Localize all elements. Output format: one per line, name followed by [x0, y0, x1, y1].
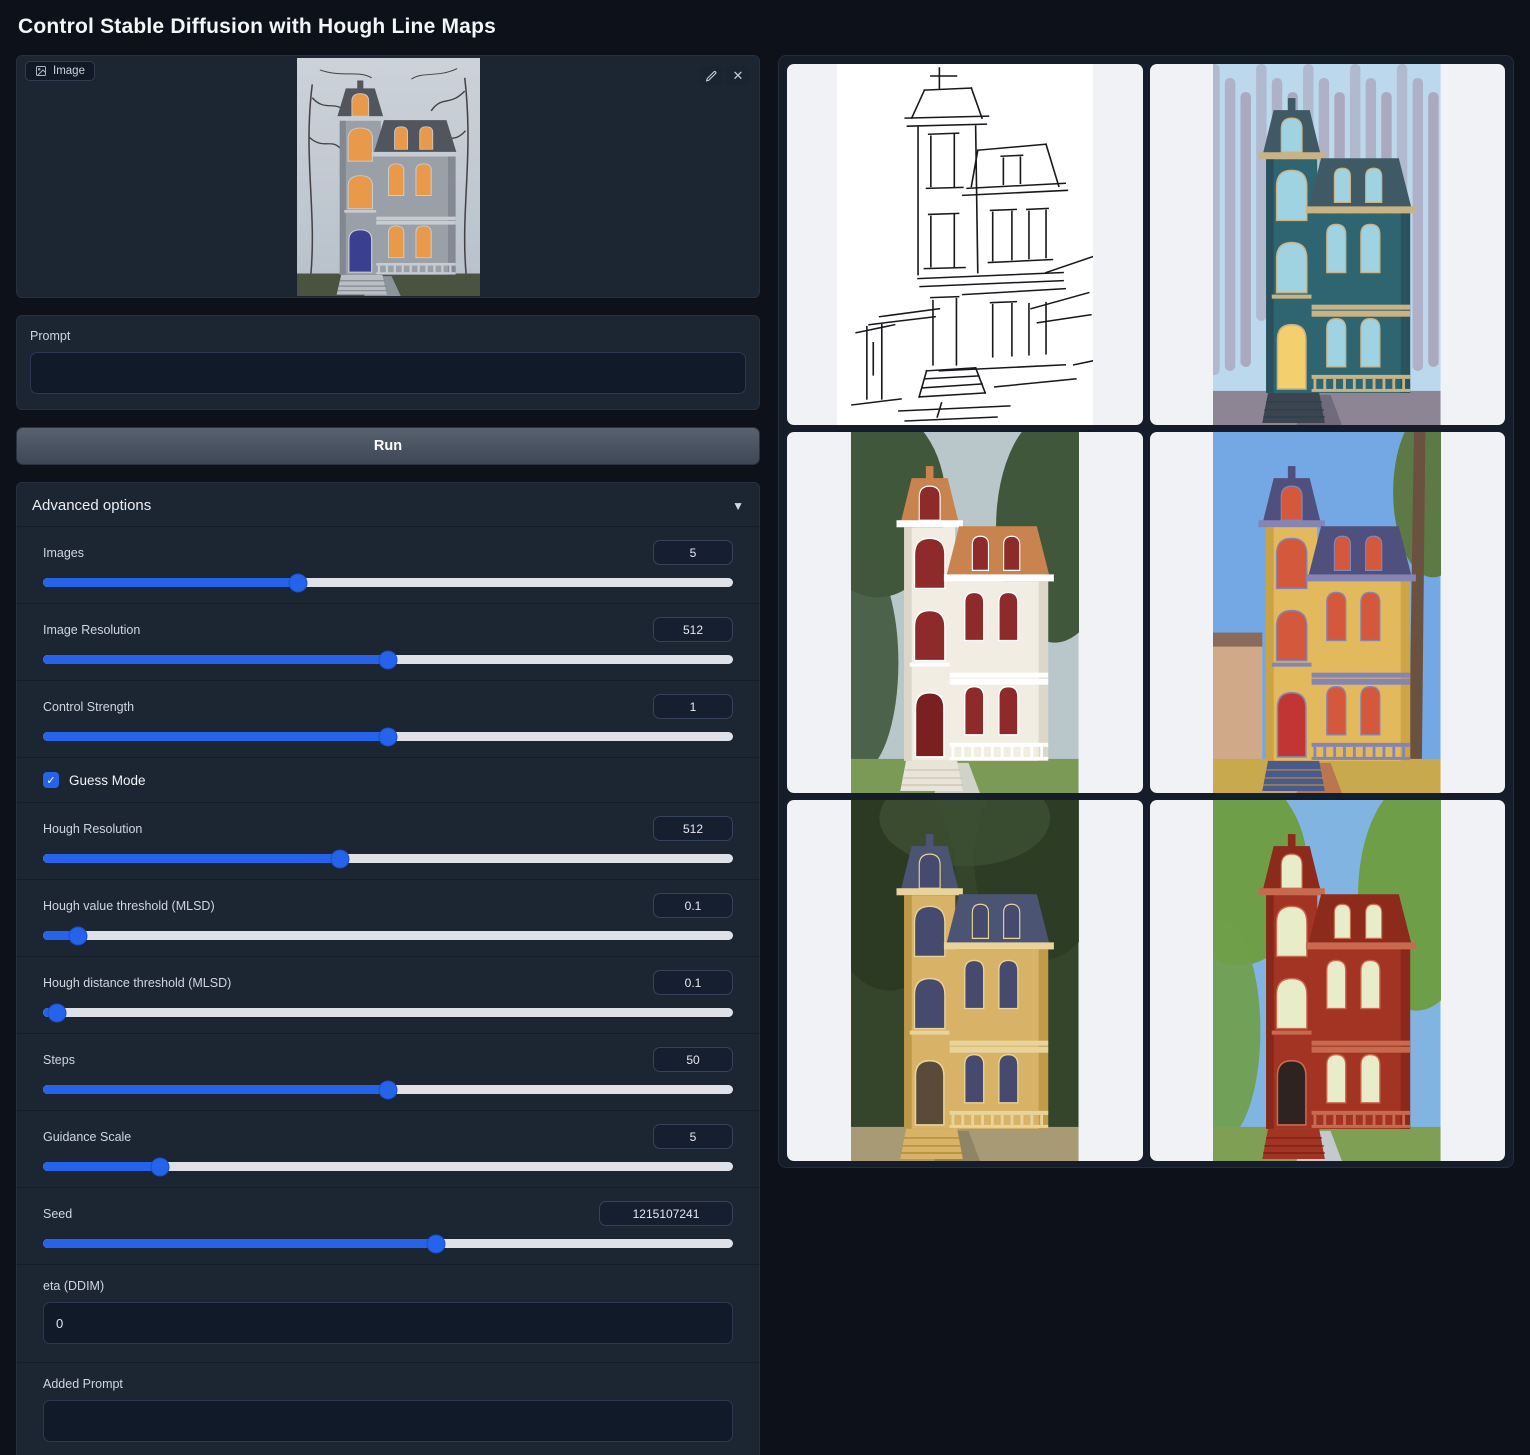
guess-mode-label: Guess Mode — [69, 773, 146, 788]
image-label: Image — [53, 65, 85, 77]
images-value-input[interactable] — [653, 540, 733, 565]
added-prompt-row: Added Prompt — [17, 1362, 759, 1455]
guidance-scale-value-input[interactable] — [653, 1124, 733, 1149]
clear-image-button[interactable]: ✕ — [727, 66, 749, 86]
control-strength-slider[interactable] — [43, 732, 733, 741]
gallery-item-teal-victorian-painting[interactable] — [1150, 64, 1506, 425]
images-row: Images — [17, 526, 759, 603]
run-button[interactable]: Run — [16, 427, 760, 465]
seed-value-input[interactable] — [599, 1201, 733, 1226]
image-resolution-slider-handle[interactable] — [380, 651, 397, 668]
hough-distance-threshold-mlsd-value-input[interactable] — [653, 970, 733, 995]
image-resolution-row: Image Resolution — [17, 603, 759, 680]
hough-resolution-row: Hough Resolution — [17, 802, 759, 879]
hough-resolution-value-input[interactable] — [653, 816, 733, 841]
guidance-scale-label: Guidance Scale — [43, 1130, 131, 1144]
eta-ddim-row: eta (DDIM) — [17, 1264, 759, 1362]
added-prompt-label: Added Prompt — [43, 1377, 733, 1391]
hough-value-threshold-mlsd-slider[interactable] — [43, 931, 733, 940]
image-resolution-slider[interactable] — [43, 655, 733, 664]
input-image[interactable] — [297, 58, 480, 296]
seed-slider-handle[interactable] — [428, 1235, 445, 1252]
prompt-label: Prompt — [30, 329, 746, 343]
hough-distance-threshold-mlsd-slider-handle[interactable] — [48, 1004, 65, 1021]
image-resolution-label: Image Resolution — [43, 623, 140, 637]
eta-ddim-input[interactable] — [43, 1302, 733, 1344]
hough-value-threshold-mlsd-label: Hough value threshold (MLSD) — [43, 899, 215, 913]
hough-value-threshold-mlsd-slider-handle[interactable] — [69, 927, 86, 944]
advanced-options-header[interactable]: Advanced options ▼ — [17, 495, 759, 526]
hough-value-threshold-mlsd-value-input[interactable] — [653, 893, 733, 918]
seed-row: Seed — [17, 1187, 759, 1264]
image-label-badge: Image — [25, 61, 95, 81]
guidance-scale-slider[interactable] — [43, 1162, 733, 1171]
steps-slider-handle[interactable] — [380, 1081, 397, 1098]
result-gallery — [778, 55, 1514, 1168]
gallery-item-white-victorian-painting[interactable] — [787, 432, 1143, 793]
guidance-scale-slider-handle[interactable] — [152, 1158, 169, 1175]
guidance-scale-row: Guidance Scale — [17, 1110, 759, 1187]
advanced-controls: Images Image Resolution Control Strength — [17, 526, 759, 1455]
input-image-photo — [297, 58, 480, 296]
app-root: Control Stable Diffusion with Hough Line… — [0, 0, 1530, 1455]
chevron-down-icon: ▼ — [732, 499, 744, 513]
seed-slider[interactable] — [43, 1239, 733, 1248]
prompt-block: Prompt — [16, 315, 760, 410]
prompt-input[interactable] — [30, 352, 746, 394]
page-title: Control Stable Diffusion with Hough Line… — [16, 0, 1514, 55]
close-icon: ✕ — [733, 68, 744, 84]
eta-ddim-label: eta (DDIM) — [43, 1279, 733, 1293]
image-resolution-value-input[interactable] — [653, 617, 733, 642]
checkbox-check-icon: ✓ — [43, 772, 59, 788]
gallery-item-gold-victorian-painting[interactable] — [787, 800, 1143, 1161]
control-strength-slider-handle[interactable] — [380, 728, 397, 745]
hough-resolution-label: Hough Resolution — [43, 822, 142, 836]
steps-slider[interactable] — [43, 1085, 733, 1094]
steps-label: Steps — [43, 1053, 75, 1067]
guess-mode-checkbox[interactable]: ✓ Guess Mode — [17, 757, 759, 802]
images-slider-handle[interactable] — [290, 574, 307, 591]
gallery-item-red-brick-victorian-painting[interactable] — [1150, 800, 1506, 1161]
seed-label: Seed — [43, 1207, 72, 1221]
hough-distance-threshold-mlsd-slider[interactable] — [43, 1008, 733, 1017]
image-icon — [35, 65, 47, 77]
hough-value-threshold-mlsd-row: Hough value threshold (MLSD) — [17, 879, 759, 956]
added-prompt-input[interactable] — [43, 1400, 733, 1442]
advanced-options-block: Advanced options ▼ Images Image Resoluti… — [16, 482, 760, 1455]
input-image-panel[interactable]: Image ✕ — [16, 55, 760, 298]
hough-resolution-slider-handle[interactable] — [331, 850, 348, 867]
images-slider[interactable] — [43, 578, 733, 587]
steps-row: Steps — [17, 1033, 759, 1110]
edit-image-button[interactable] — [700, 66, 722, 86]
control-strength-value-input[interactable] — [653, 694, 733, 719]
images-label: Images — [43, 546, 84, 560]
hough-distance-threshold-mlsd-label: Hough distance threshold (MLSD) — [43, 976, 231, 990]
steps-value-input[interactable] — [653, 1047, 733, 1072]
edit-icon — [705, 70, 718, 83]
advanced-options-title: Advanced options — [32, 497, 151, 514]
gallery-item-hough-line-map[interactable] — [787, 64, 1143, 425]
controls-column: Image ✕ Prom — [16, 55, 760, 1455]
gallery-item-yellow-victorian-painting[interactable] — [1150, 432, 1506, 793]
hough-resolution-slider[interactable] — [43, 854, 733, 863]
control-strength-label: Control Strength — [43, 700, 134, 714]
hough-distance-threshold-mlsd-row: Hough distance threshold (MLSD) — [17, 956, 759, 1033]
control-strength-row: Control Strength — [17, 680, 759, 757]
